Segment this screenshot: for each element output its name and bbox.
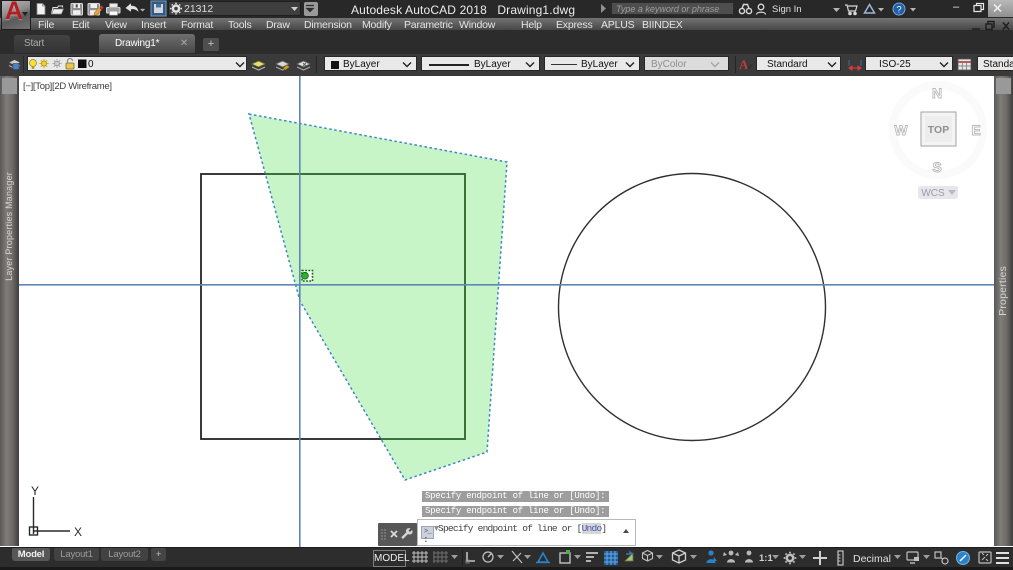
svg-text:Decimal: Decimal	[853, 553, 891, 565]
svg-text:TOP: TOP	[928, 124, 949, 136]
svg-text:1:1: 1:1	[759, 553, 773, 564]
svg-text:N: N	[932, 85, 942, 101]
svg-text:E: E	[971, 122, 980, 138]
svg-text:A: A	[739, 57, 749, 72]
svg-text:WCS: WCS	[921, 188, 945, 199]
svg-text:Y: Y	[31, 484, 39, 498]
svg-text:X: X	[74, 525, 82, 539]
svg-text:S: S	[932, 159, 941, 175]
svg-text:W: W	[894, 122, 908, 138]
svg-text:?: ?	[896, 5, 901, 16]
